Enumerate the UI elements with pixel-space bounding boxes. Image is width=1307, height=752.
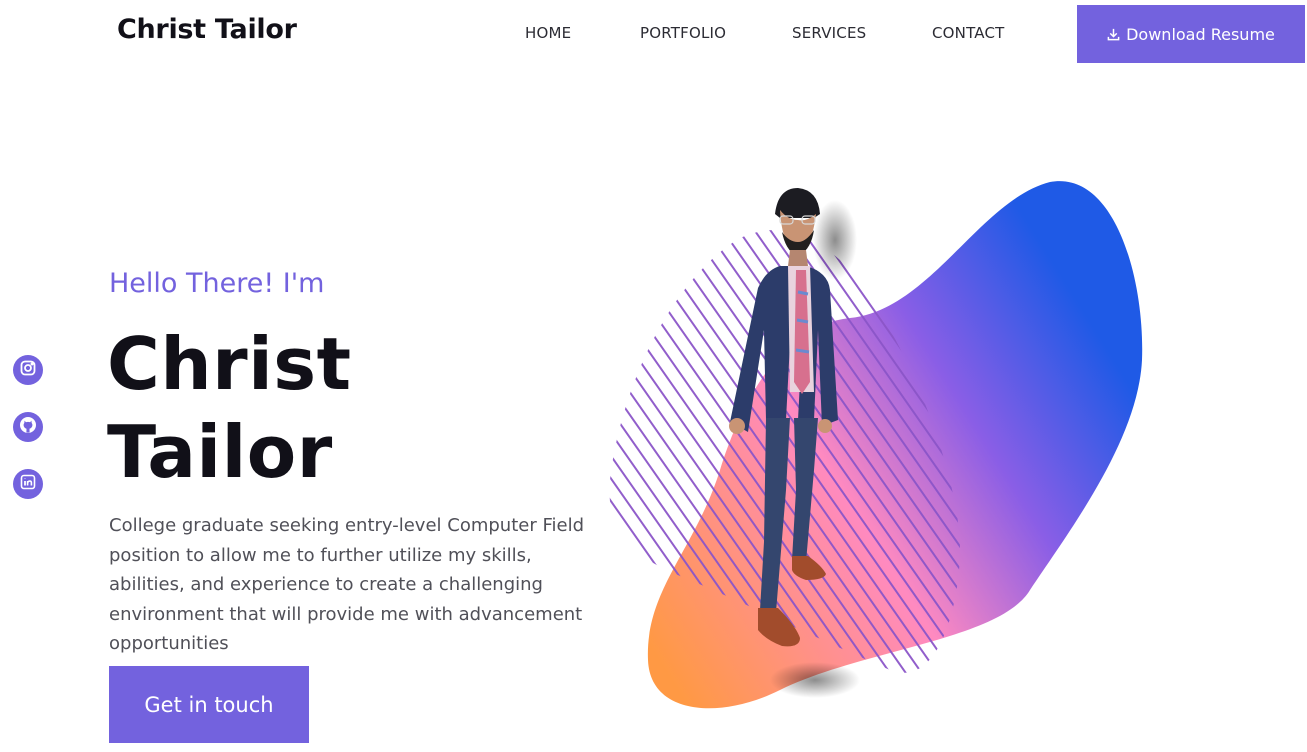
- download-resume-button[interactable]: Download Resume: [1077, 5, 1305, 63]
- hero-illustration: [609, 181, 1143, 709]
- github-icon: [18, 415, 38, 439]
- download-resume-label: Download Resume: [1126, 24, 1275, 44]
- hero-name-last: Tailor: [107, 410, 333, 494]
- linkedin-icon: [19, 473, 37, 495]
- download-icon: [1107, 28, 1120, 41]
- instagram-icon: [19, 359, 37, 381]
- hero-greeting: Hello There! I'm: [109, 268, 325, 299]
- nav-item-contact[interactable]: CONTACT: [932, 24, 1005, 42]
- get-in-touch-button[interactable]: Get in touch: [109, 666, 309, 743]
- github-link[interactable]: [13, 412, 43, 442]
- linkedin-link[interactable]: [13, 469, 43, 499]
- nav-item-portfolio[interactable]: PORTFOLIO: [640, 24, 726, 42]
- instagram-link[interactable]: [13, 355, 43, 385]
- hero-intro: College graduate seeking entry-level Com…: [109, 515, 585, 654]
- hero-name: Christ Tailor: [107, 320, 352, 496]
- hero-name-first: Christ: [107, 322, 352, 406]
- brand-logo-text[interactable]: Christ Tailor: [117, 14, 297, 45]
- nav-item-home[interactable]: HOME: [525, 24, 571, 42]
- nav-item-services[interactable]: SERVICES: [792, 24, 866, 42]
